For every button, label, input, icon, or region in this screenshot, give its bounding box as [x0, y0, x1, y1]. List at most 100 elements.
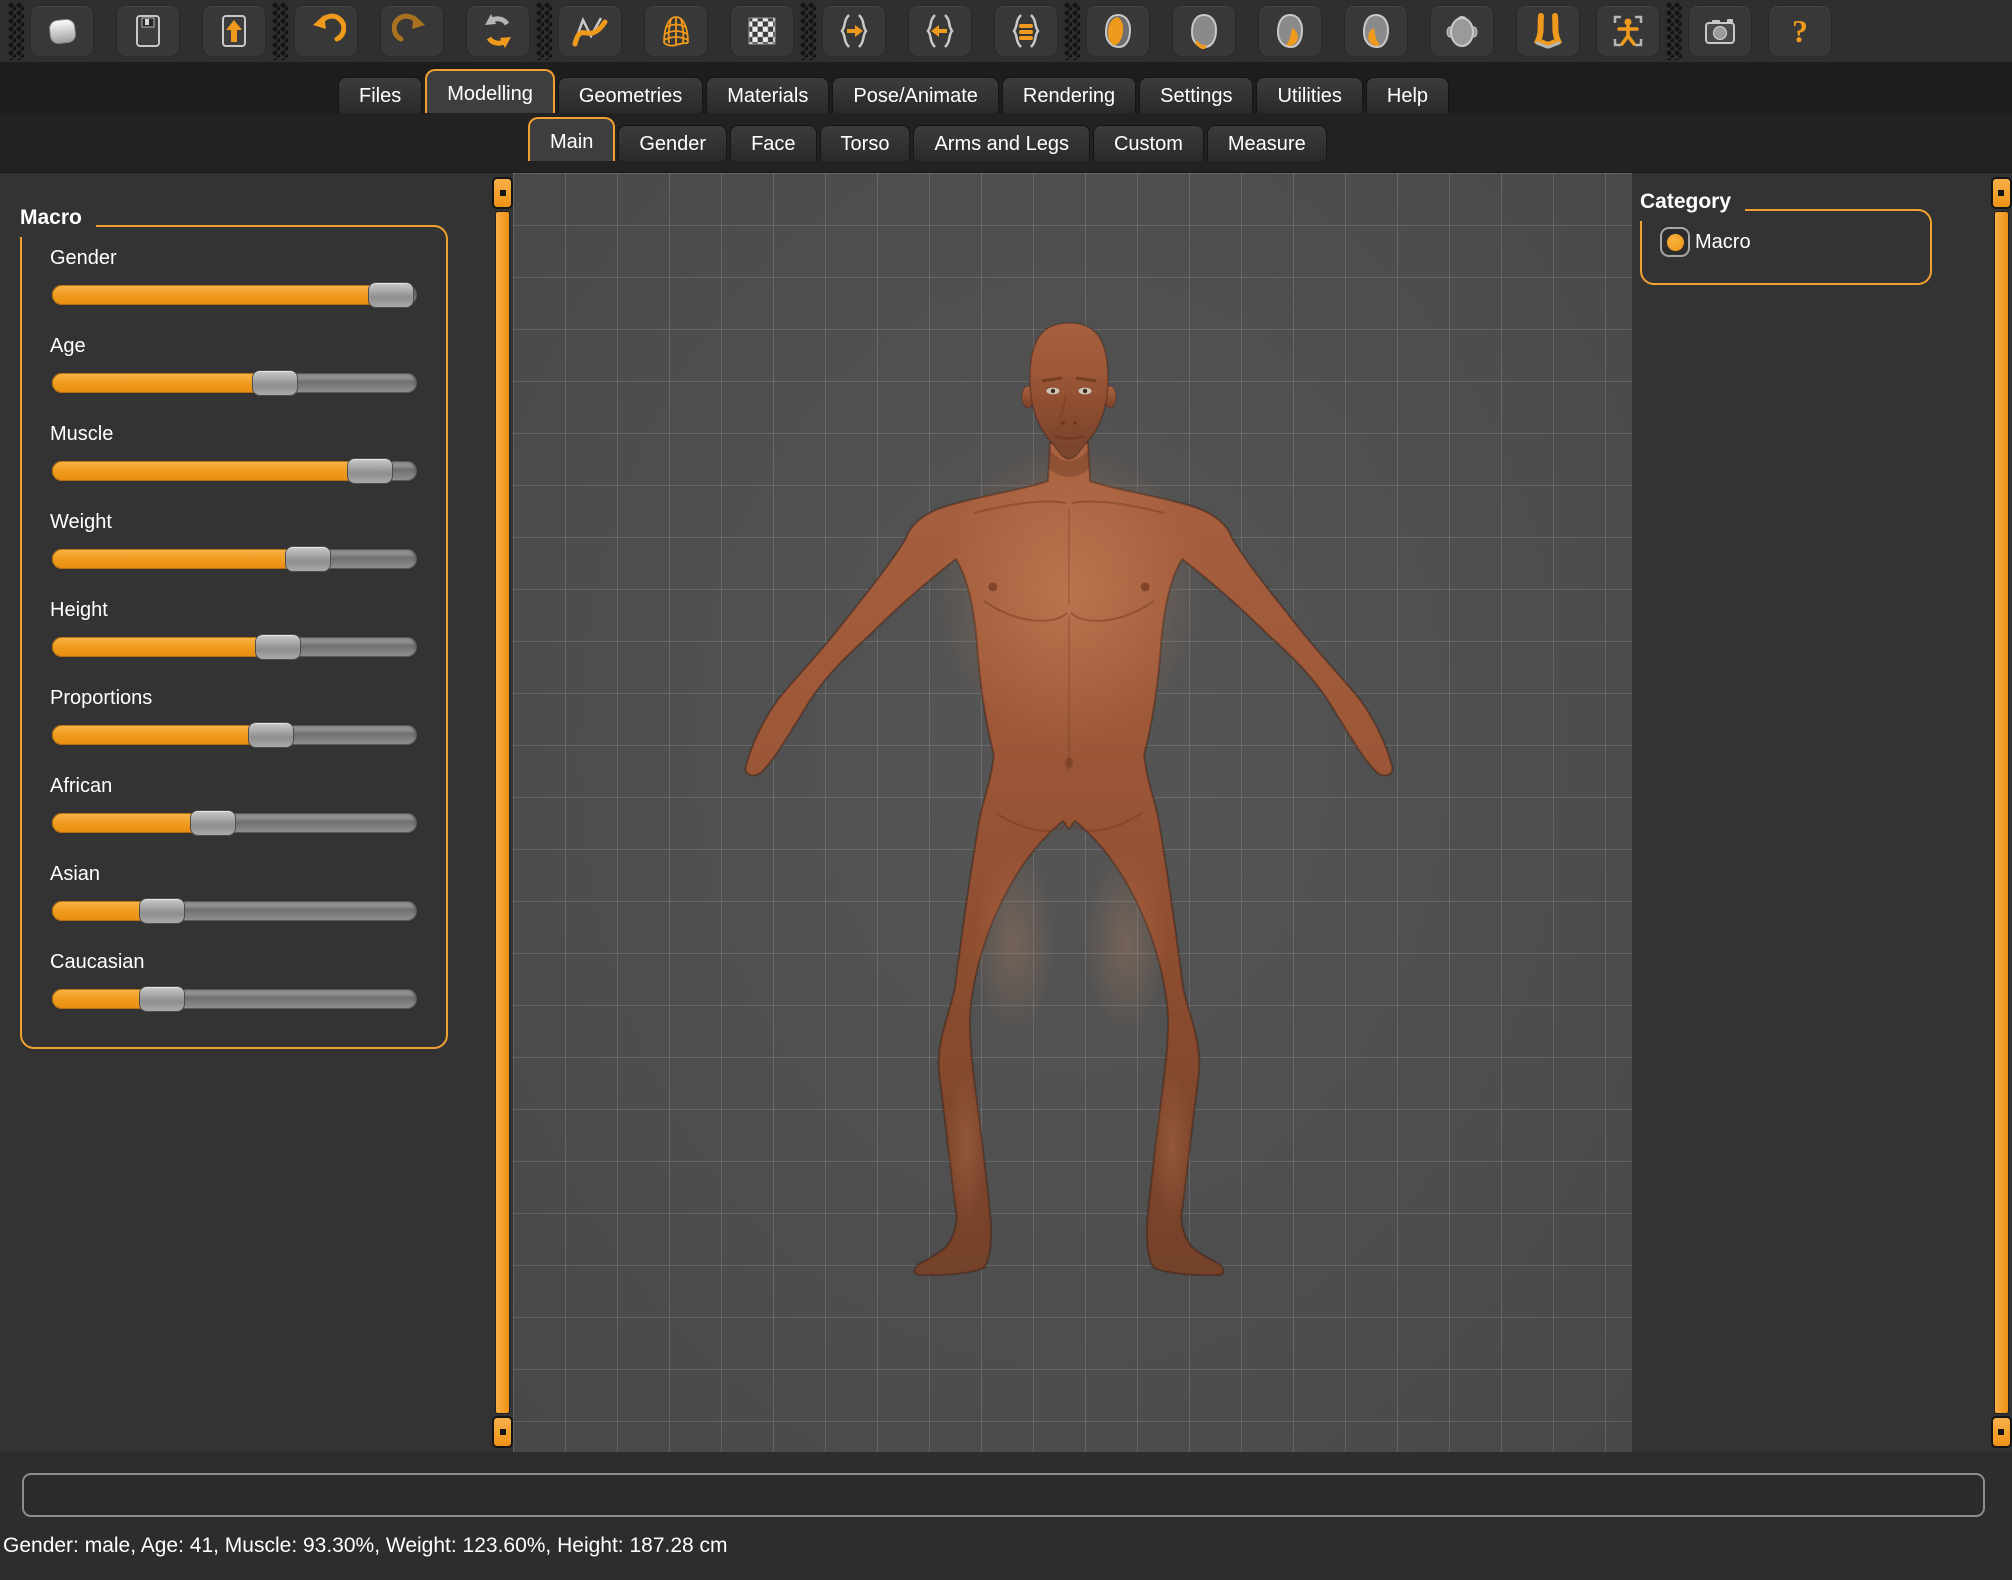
- sub-tab-custom[interactable]: Custom: [1093, 125, 1204, 161]
- splitter-bar[interactable]: [495, 211, 510, 1414]
- sub-tab-measure[interactable]: Measure: [1207, 125, 1327, 161]
- slider-control[interactable]: [52, 901, 417, 921]
- splitter-dot-icon: [500, 190, 506, 196]
- category-panel: Category Macro: [1632, 173, 1990, 1452]
- slider-fill: [52, 637, 278, 657]
- reset-button[interactable]: [466, 5, 530, 57]
- slider-control[interactable]: [52, 989, 417, 1009]
- toolbar-group-rotate: [822, 5, 1058, 57]
- slider-row-age: Age: [22, 335, 446, 393]
- head-arrow-left-icon: [920, 11, 960, 51]
- slider-handle[interactable]: [347, 458, 393, 484]
- main-tab-pose-animate[interactable]: Pose/Animate: [832, 77, 999, 113]
- sub-tab-gender[interactable]: Gender: [618, 125, 727, 161]
- splitter-handle-top[interactable]: [492, 177, 513, 209]
- splitter-dot-icon: [1998, 190, 2004, 196]
- main-tab-modelling[interactable]: Modelling: [425, 69, 555, 113]
- splitter-handle-top[interactable]: [1991, 177, 2012, 209]
- frame-body-button[interactable]: [1596, 5, 1660, 57]
- slider-label: Asian: [50, 863, 446, 887]
- main-tab-files[interactable]: Files: [338, 77, 422, 113]
- head-right-profile-icon: [1356, 11, 1396, 51]
- slider-handle[interactable]: [252, 370, 298, 396]
- macro-slider-list: Gender Age Muscle Weight Height: [22, 247, 446, 1009]
- radio-selected-icon[interactable]: [1660, 227, 1690, 257]
- slider-control[interactable]: [52, 725, 417, 745]
- main-tab-settings[interactable]: Settings: [1139, 77, 1253, 113]
- progress-bar: [22, 1473, 1985, 1517]
- tab-content-divider: [0, 161, 2012, 173]
- wireframe-toggle-button[interactable]: [644, 5, 708, 57]
- slider-handle[interactable]: [139, 898, 185, 924]
- main-tab-help[interactable]: Help: [1366, 77, 1449, 113]
- sub-tab-arms-and-legs[interactable]: Arms and Legs: [913, 125, 1090, 161]
- smooth-toggle-button[interactable]: [558, 5, 622, 57]
- view-left-profile-button[interactable]: [1258, 5, 1322, 57]
- slider-handle[interactable]: [190, 810, 236, 836]
- slider-fill: [52, 285, 391, 305]
- rotate-head-right-button[interactable]: [822, 5, 886, 57]
- view-front-button[interactable]: [1086, 5, 1150, 57]
- main-tab-bar: FilesModellingGeometriesMaterialsPose/An…: [0, 62, 2012, 113]
- reset-rotation-button[interactable]: [994, 5, 1058, 57]
- slider-handle[interactable]: [255, 634, 301, 660]
- toolbar-separator: [1064, 2, 1080, 60]
- viewport-3d[interactable]: [513, 173, 1632, 1452]
- sub-tab-face[interactable]: Face: [730, 125, 816, 161]
- slider-handle[interactable]: [248, 722, 294, 748]
- view-feet-button[interactable]: [1516, 5, 1580, 57]
- toolbar-separator: [8, 2, 24, 60]
- slider-label: Caucasian: [50, 951, 446, 975]
- toolbar: ?: [0, 0, 2012, 62]
- viewport-splitter-left[interactable]: [492, 173, 513, 1452]
- splitter-bar[interactable]: [1994, 211, 2009, 1414]
- view-top-button[interactable]: [1430, 5, 1494, 57]
- grab-screenshot-button[interactable]: [1688, 5, 1752, 57]
- splitter-dot-icon: [500, 1429, 506, 1435]
- redo-button[interactable]: [380, 5, 444, 57]
- category-option-macro[interactable]: Macro: [1660, 227, 1930, 257]
- slider-control[interactable]: [52, 549, 417, 569]
- splitter-handle-bottom[interactable]: [1991, 1416, 2012, 1448]
- slider-fill: [52, 725, 271, 745]
- view-right-profile-button[interactable]: [1344, 5, 1408, 57]
- toolbar-separator: [272, 2, 288, 60]
- help-button[interactable]: ?: [1768, 5, 1832, 57]
- slider-handle[interactable]: [368, 282, 414, 308]
- slider-row-muscle: Muscle: [22, 423, 446, 481]
- undo-button[interactable]: [294, 5, 358, 57]
- background-toggle-button[interactable]: [730, 5, 794, 57]
- slider-control[interactable]: [52, 461, 417, 481]
- rotate-head-left-button[interactable]: [908, 5, 972, 57]
- slider-label: African: [50, 775, 446, 799]
- status-bar-text: Gender: male, Age: 41, Muscle: 93.30%, W…: [3, 1534, 728, 1558]
- slider-control[interactable]: [52, 813, 417, 833]
- main-tab-geometries[interactable]: Geometries: [558, 77, 703, 113]
- slider-control[interactable]: [52, 637, 417, 657]
- slider-label: Weight: [50, 511, 446, 535]
- splitter-handle-bottom[interactable]: [492, 1416, 513, 1448]
- slider-control[interactable]: [52, 373, 417, 393]
- load-button[interactable]: [202, 5, 266, 57]
- save-button[interactable]: [116, 5, 180, 57]
- toolbar-group-camera: [1596, 5, 1660, 57]
- view-back-button[interactable]: [1172, 5, 1236, 57]
- sub-tab-bar: MainGenderFaceTorsoArms and LegsCustomMe…: [0, 113, 2012, 161]
- slider-fill: [52, 549, 308, 569]
- slider-handle[interactable]: [285, 546, 331, 572]
- main-tab-materials[interactable]: Materials: [706, 77, 829, 113]
- viewport-splitter-right[interactable]: [1990, 173, 2012, 1452]
- slider-control[interactable]: [52, 285, 417, 305]
- main-tab-rendering[interactable]: Rendering: [1002, 77, 1136, 113]
- slider-row-height: Height: [22, 599, 446, 657]
- head-top-view-icon: [1442, 11, 1482, 51]
- slider-handle[interactable]: [139, 986, 185, 1012]
- slider-row-weight: Weight: [22, 511, 446, 569]
- head-front-view-icon: [1098, 11, 1138, 51]
- slider-row-african: African: [22, 775, 446, 833]
- slider-row-proportions: Proportions: [22, 687, 446, 745]
- sub-tab-torso[interactable]: Torso: [820, 125, 911, 161]
- new-button[interactable]: [30, 5, 94, 57]
- main-tab-utilities[interactable]: Utilities: [1256, 77, 1362, 113]
- sub-tab-main[interactable]: Main: [528, 117, 615, 161]
